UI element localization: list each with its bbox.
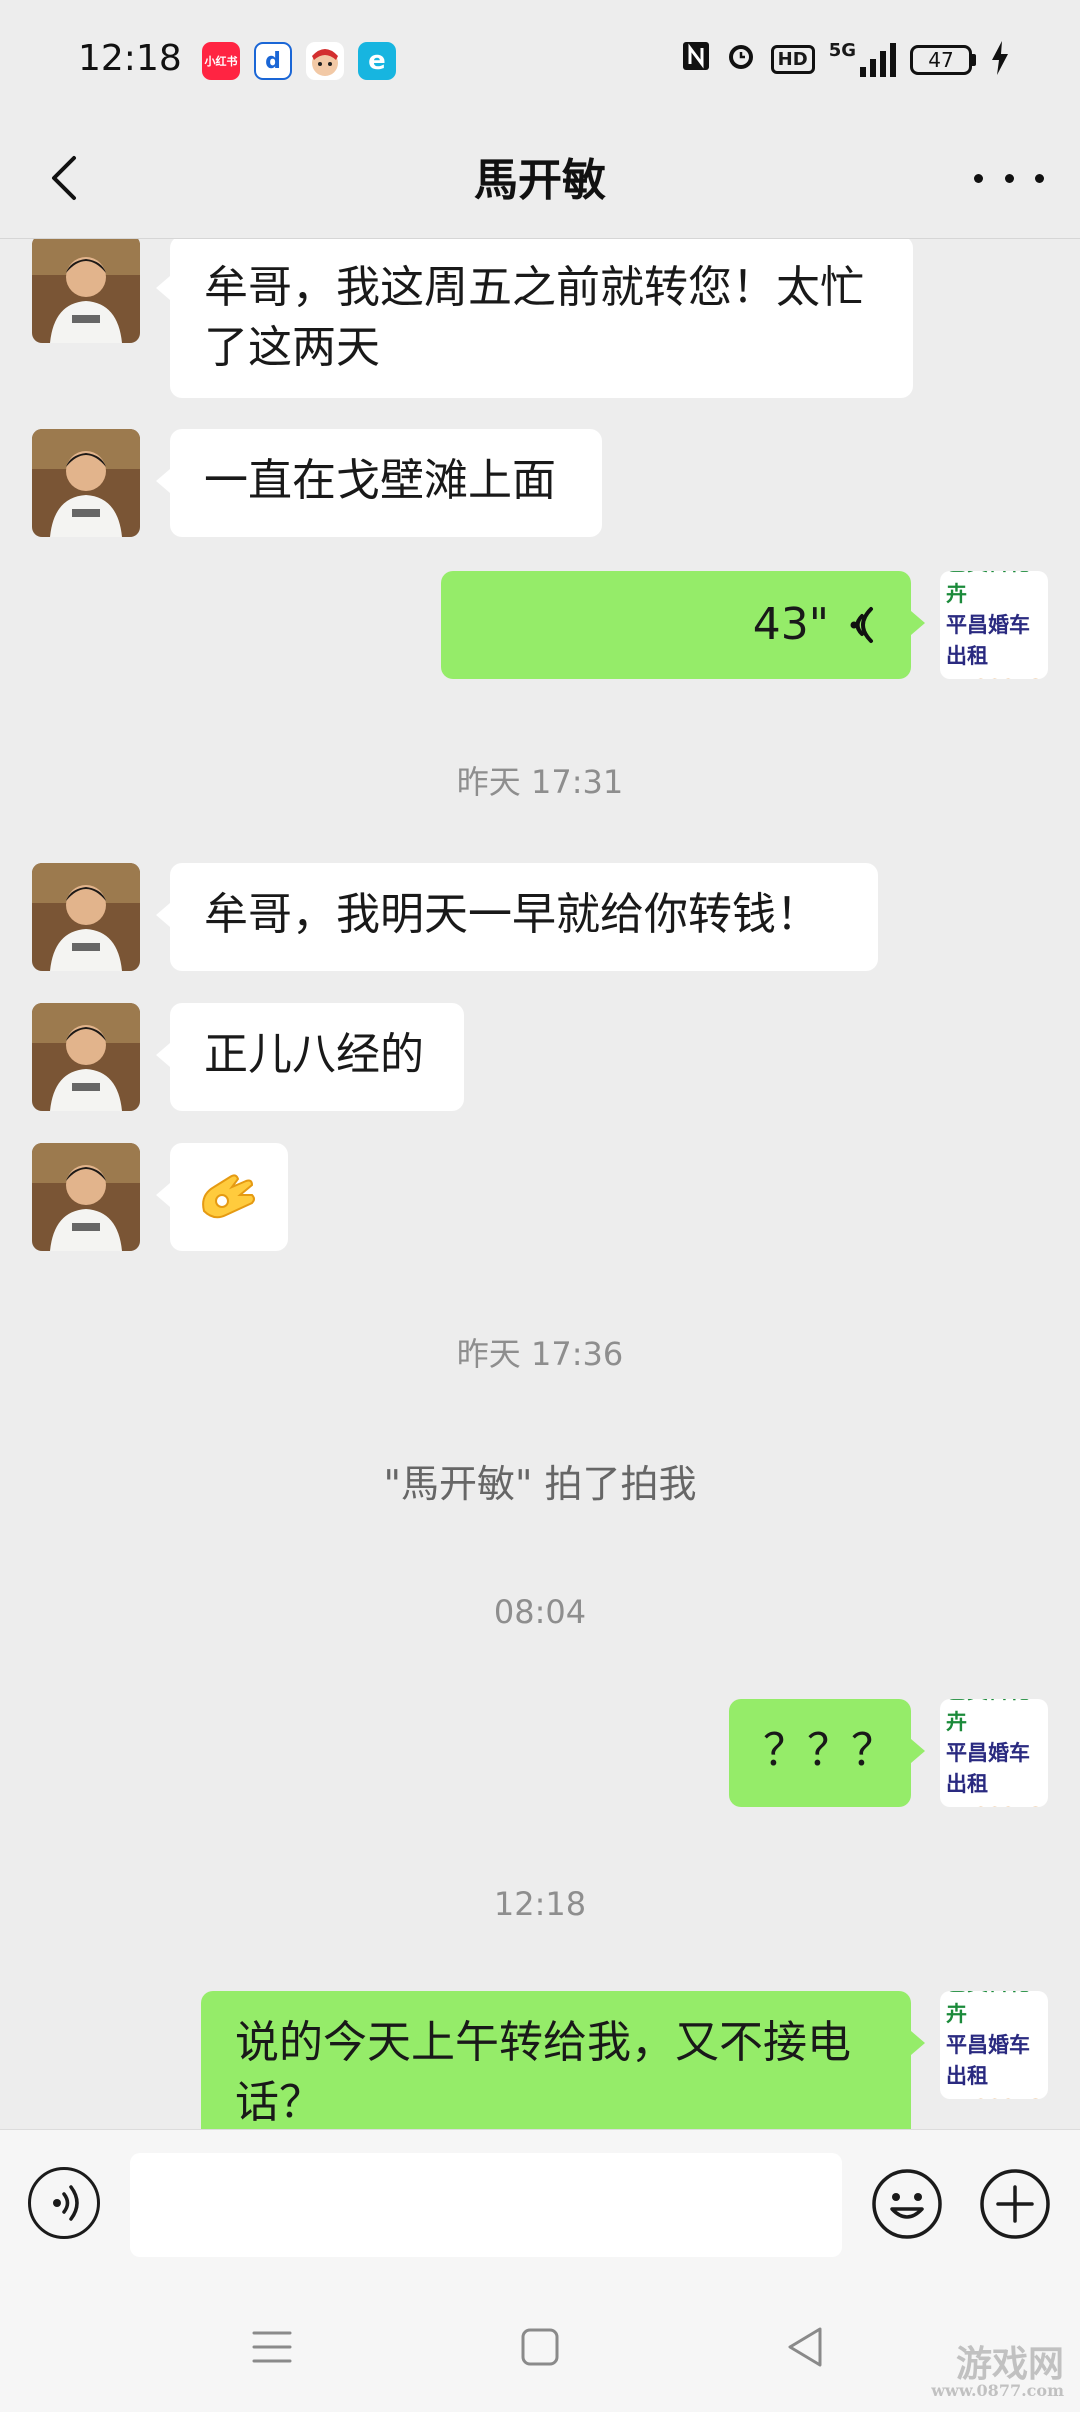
game-icon <box>306 42 344 80</box>
contact-avatar[interactable] <box>32 863 140 971</box>
notification-app-icons: 小红书 d e <box>202 42 396 80</box>
message-bubble[interactable]: 正儿八经的 <box>156 1003 464 1111</box>
message-row: 牟哥，我这周五之前就转您！太忙了这两天 <box>0 239 1080 399</box>
status-bar: 12:18 小红书 d e HD 5G 47 <box>0 0 1080 120</box>
voice-input-icon <box>53 2185 79 2221</box>
message-bubble[interactable]: 牟哥，我明天一早就给你转钱！ <box>156 863 878 971</box>
timestamp: 12:18 <box>493 1885 587 1923</box>
charging-icon <box>990 40 1010 79</box>
message-row: 43" 巴灵台花卉 平昌婚车出租 15882735224 <box>0 571 1080 681</box>
message-row: 牟哥，我明天一早就给你转钱！ <box>0 863 1080 973</box>
message-input[interactable] <box>130 2153 842 2257</box>
system-navigation-bar: 游戏网 www.0877.com <box>0 2279 1080 2412</box>
emoji-smile-icon <box>872 2169 942 2239</box>
message-bubble[interactable]: 牟哥，我这周五之前就转您！太忙了这两天 <box>156 239 913 398</box>
voice-input-button[interactable] <box>28 2167 100 2239</box>
my-avatar[interactable]: 巴灵台花卉 平昌婚车出租 15882735224 <box>940 1991 1048 2099</box>
status-right: HD 5G 47 <box>681 40 1010 79</box>
home-square-icon <box>521 2328 559 2366</box>
chat-title: 馬开敏 <box>474 155 606 206</box>
more-button[interactable] <box>974 148 1044 208</box>
voice-message-bubble[interactable]: 43" <box>441 571 925 679</box>
message-row: ？？？ 巴灵台花卉 平昌婚车出租 15882735224 <box>0 1699 1080 1809</box>
nfc-icon <box>681 40 711 79</box>
more-functions-button[interactable] <box>978 2167 1052 2241</box>
back-triangle-icon <box>788 2327 822 2367</box>
my-avatar[interactable]: 巴灵台花卉 平昌婚车出租 15882735224 <box>940 571 1048 679</box>
system-back-button[interactable] <box>776 2317 836 2377</box>
alarm-icon <box>725 40 757 79</box>
timestamp: 昨天 17:36 <box>456 1335 624 1373</box>
message-bubble[interactable]: 一直在戈壁滩上面 <box>156 429 602 537</box>
recent-apps-button[interactable] <box>242 2317 302 2377</box>
my-avatar[interactable]: 巴灵台花卉 平昌婚车出租 15882735224 <box>940 1699 1048 1807</box>
voice-duration: 43" <box>752 599 829 650</box>
hd-icon: HD <box>770 45 815 74</box>
message-text: ？？？ <box>763 1725 895 1776</box>
input-bar <box>0 2129 1080 2280</box>
message-text: 牟哥，我明天一早就给你转钱！ <box>204 889 820 940</box>
message-bubble[interactable]: ？？？ <box>729 1699 925 1807</box>
battery-level: 47 <box>928 47 954 72</box>
contact-avatar[interactable] <box>32 239 140 343</box>
menu-lines-icon <box>252 2331 292 2363</box>
message-text: 说的今天上午转给我，又不接电话？ <box>235 2017 851 2128</box>
battery-icon: 47 <box>910 44 976 75</box>
contact-avatar[interactable] <box>32 1003 140 1111</box>
app-d-icon: d <box>254 42 292 80</box>
contact-avatar[interactable] <box>32 429 140 537</box>
timestamp: 08:04 <box>493 1593 587 1631</box>
home-button[interactable] <box>510 2317 570 2377</box>
chat-header: 馬开敏 <box>0 120 1080 239</box>
emoji-button[interactable] <box>870 2167 944 2241</box>
pat-system-message: "馬开敏" 拍了拍我 <box>383 1462 697 1506</box>
chat-message-list[interactable]: 牟哥，我这周五之前就转您！太忙了这两天 一直在戈壁滩上面 43" 卉 平昌婚车出… <box>0 239 1080 2129</box>
message-text: 牟哥，我这周五之前就转您！太忙了这两天 <box>204 262 864 373</box>
watermark: 游戏网 www.0877.com <box>931 2343 1064 2400</box>
message-text: 正儿八经的 <box>204 1029 424 1080</box>
message-bubble[interactable] <box>156 1143 288 1251</box>
signal-icon <box>860 42 896 77</box>
message-row <box>0 1143 1080 1253</box>
edge-e-icon: e <box>358 42 396 80</box>
voice-wave-icon <box>850 607 873 643</box>
message-bubble[interactable]: 说的今天上午转给我，又不接电话？ <box>201 1991 925 2129</box>
contact-avatar[interactable] <box>32 1143 140 1251</box>
timestamp: 昨天 17:31 <box>456 763 624 801</box>
message-row: 说的今天上午转给我，又不接电话？ 巴灵台花卉 平昌婚车出租 1588273522… <box>0 1991 1080 2129</box>
xiaohongshu-icon: 小红书 <box>202 42 240 80</box>
more-dots-icon <box>974 173 983 183</box>
message-row: 正儿八经的 <box>0 1003 1080 1113</box>
network-label: 5G <box>828 40 856 61</box>
status-time: 12:18 <box>78 38 182 79</box>
message-text: 一直在戈壁滩上面 <box>204 455 556 506</box>
message-row: 一直在戈壁滩上面 <box>0 429 1080 539</box>
ok-hand-emoji-icon <box>202 1174 255 1219</box>
plus-circle-icon <box>980 2169 1050 2239</box>
